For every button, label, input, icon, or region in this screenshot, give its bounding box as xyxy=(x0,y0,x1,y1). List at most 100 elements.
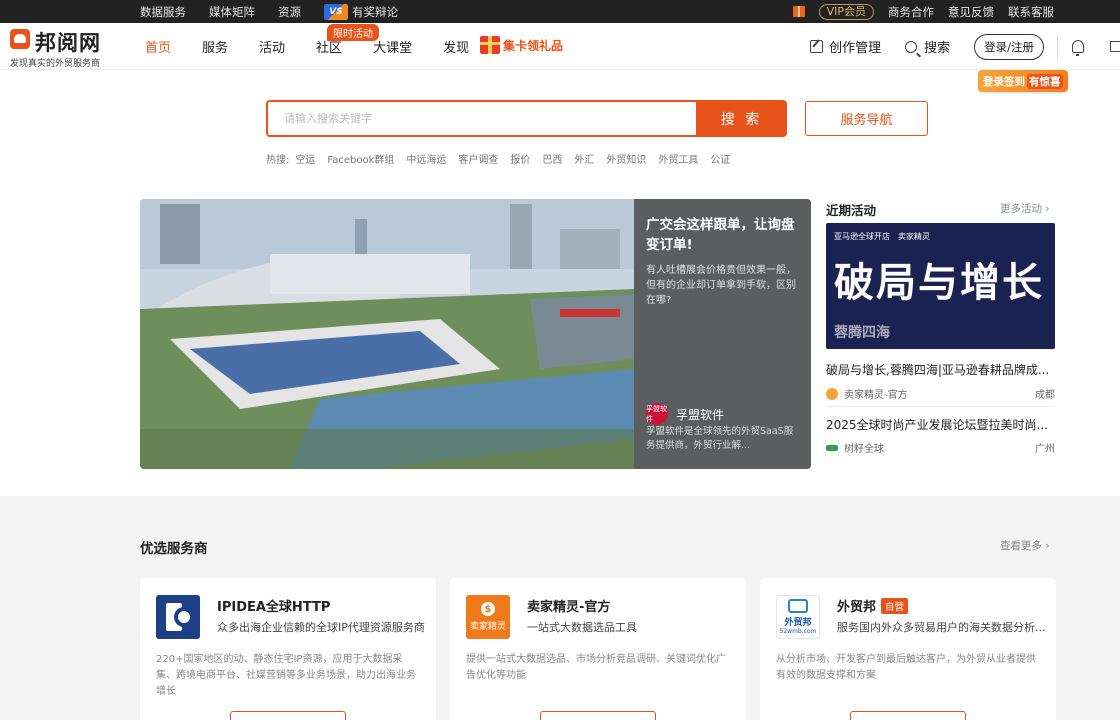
banner-brand[interactable]: 孚盟软件 孚盟软件 xyxy=(646,403,724,425)
topbar-debate-link[interactable]: VS 有奖辩论 xyxy=(324,3,398,20)
provider-name[interactable]: 卖家精灵-官方 xyxy=(527,596,610,615)
event-meta: 树籽全球 广州 xyxy=(826,440,1055,455)
search-input[interactable] xyxy=(268,102,696,135)
topbar-link-feedback[interactable]: 意见反馈 xyxy=(948,4,994,20)
provider-tagline: 一站式大数据选品工具 xyxy=(527,621,637,634)
ipidea-logo xyxy=(156,595,200,639)
provider-name[interactable]: IPIDEA全球HTTP xyxy=(217,596,330,615)
topbar-link-business[interactable]: 商务合作 xyxy=(888,4,934,20)
event-meta: 卖家精灵-官方 成都 xyxy=(826,386,1055,401)
hot-term[interactable]: 外贸工具 xyxy=(658,151,698,166)
event-organizer[interactable]: 树籽全球 xyxy=(844,440,884,455)
top-bar: 数据服务 媒体矩阵 资源 VS 有奖辩论 VIP会员 商务合作 意见反馈 联系客… xyxy=(0,0,1120,23)
sellersprite-logo: $ 卖家精灵 xyxy=(466,595,510,639)
event-title[interactable]: 破局与增长,蓉腾四海|亚马逊春耕品牌成... xyxy=(826,361,1055,378)
banner-title[interactable]: 广交会这样跟单，让询盘变订单! xyxy=(646,215,799,255)
hot-term[interactable]: 报价 xyxy=(510,151,530,166)
search-button[interactable]: 搜 索 xyxy=(696,100,787,137)
limited-event-badge: 限时活动 xyxy=(327,24,379,41)
hot-term[interactable]: 公证 xyxy=(710,151,730,166)
nav-classroom[interactable]: 大课堂 xyxy=(373,37,412,56)
event-image-tag: 卖家精灵 xyxy=(898,232,930,241)
vip-member-button[interactable]: VIP会员 xyxy=(818,3,874,20)
logo-text: 邦阅网 xyxy=(35,31,101,55)
banner-photo xyxy=(140,199,634,469)
vs-logo-icon: VS xyxy=(324,3,348,20)
event-city: 广州 xyxy=(1035,444,1055,455)
login-register-button[interactable]: 登录/注册 xyxy=(974,33,1044,60)
recent-events-title: 近期活动 xyxy=(826,203,877,218)
main-nav: 首页 服务 活动 社区 大课堂 发现 xyxy=(145,23,500,70)
hot-term[interactable]: Facebook群组 xyxy=(327,151,394,166)
sellersprite-mark-icon: $ xyxy=(481,602,495,616)
provider-action-button[interactable] xyxy=(230,711,346,720)
service-nav-button[interactable]: 服务导航 xyxy=(805,101,928,136)
logo-mark-icon xyxy=(10,29,30,49)
event-title[interactable]: 2025全球时尚产业发展论坛暨拉美时尚... xyxy=(826,416,1055,433)
debate-label: 有奖辩论 xyxy=(352,4,398,19)
header-divider xyxy=(1057,35,1058,58)
brand-description: 孚盟软件是全球领先的外贸SaaS服务提供商，外贸行业解... xyxy=(646,426,794,451)
provider-card[interactable]: $ 卖家精灵 卖家精灵-官方 一站式大数据选品工具 提供一站式大数据选品、市场分… xyxy=(450,578,746,720)
hot-term[interactable]: 巴西 xyxy=(542,151,562,166)
topbar-link-media[interactable]: 媒体矩阵 xyxy=(209,4,255,20)
waimaobang-logo-url: 52wmb.com xyxy=(779,628,817,635)
search-icon xyxy=(905,40,918,53)
gift-icon[interactable] xyxy=(792,6,805,17)
hero-banner[interactable]: 广交会这样跟单，让询盘变订单! 有人吐槽展会价格贵但效果一般，但有的企业却订单拿… xyxy=(140,199,811,469)
chat-bubble-icon xyxy=(788,599,808,613)
more-providers-link[interactable]: 查看更多 › xyxy=(1000,538,1050,553)
event-image[interactable]: 亚马逊全球开店 卖家精灵 破局与增长 蓉腾四海 xyxy=(826,223,1055,349)
provider-card[interactable]: 外贸邦 52wmb.com 外贸邦 自营 服务国内外众多贸易用户的海关数据分析.… xyxy=(760,578,1056,720)
site-logo[interactable]: 邦阅网 发现真实的外贸服务商 xyxy=(10,27,130,69)
event-organizer[interactable]: 卖家精灵-官方 xyxy=(844,386,908,401)
nav-events[interactable]: 活动 xyxy=(259,37,285,56)
providers-title: 优选服务商 xyxy=(140,541,208,557)
banner-description: 有人吐槽展会价格贵但效果一般，但有的企业却订单拿到手软，区别在哪? xyxy=(646,265,796,306)
nav-home[interactable]: 首页 xyxy=(145,37,171,56)
event-divider xyxy=(826,406,1055,407)
sellersprite-logo-text: 卖家精灵 xyxy=(469,622,506,632)
main-header: 邦阅网 发现真实的外贸服务商 首页 服务 活动 社区 大课堂 发现 限时活动 集… xyxy=(0,23,1120,70)
signin-highlight: 有惊喜 xyxy=(1027,73,1063,89)
provider-tagline: 服务国内外众多贸易用户的海关数据分析... xyxy=(837,621,1046,634)
banner-info-panel: 广交会这样跟单，让询盘变订单! 有人吐槽展会价格贵但效果一般，但有的企业却订单拿… xyxy=(634,199,811,469)
more-events-label: 更多活动 xyxy=(1000,203,1042,215)
waimaobang-logo-text: 外贸邦 xyxy=(784,618,812,628)
more-events-link[interactable]: 更多活动 › xyxy=(1000,201,1050,216)
event-image-tag: 亚马逊全球开店 xyxy=(834,232,890,241)
header-search-link[interactable]: 搜索 xyxy=(905,37,950,56)
mail-icon[interactable] xyxy=(1110,41,1120,52)
event-city: 成都 xyxy=(1035,390,1055,401)
card-gift-link[interactable]: 集卡领礼品 xyxy=(480,36,563,54)
hot-search-label: 热搜: xyxy=(266,155,290,166)
provider-tagline: 众多出海企业信赖的全球IP代理资源服务商 xyxy=(217,621,425,634)
create-manage-label: 创作管理 xyxy=(829,41,882,56)
waimaobang-logo: 外贸邦 52wmb.com xyxy=(776,595,820,639)
hot-term[interactable]: 外贸知识 xyxy=(606,151,646,166)
provider-action-button[interactable] xyxy=(850,711,966,720)
nav-services[interactable]: 服务 xyxy=(202,37,228,56)
organizer-logo-icon xyxy=(826,387,838,400)
provider-action-button[interactable] xyxy=(540,711,656,720)
topbar-link-resources[interactable]: 资源 xyxy=(278,4,301,20)
topbar-link-data[interactable]: 数据服务 xyxy=(140,4,186,20)
hot-term[interactable]: 空运 xyxy=(295,151,315,166)
search-box xyxy=(266,100,696,137)
edit-icon xyxy=(810,40,824,53)
create-manage-link[interactable]: 创作管理 xyxy=(810,37,881,56)
bell-icon[interactable] xyxy=(1072,40,1084,56)
provider-card[interactable]: IPIDEA全球HTTP 众多出海企业信赖的全球IP代理资源服务商 220+国家… xyxy=(140,578,436,720)
signin-surprise-badge[interactable]: 登录签到 有惊喜 xyxy=(978,70,1068,92)
signin-label: 登录签到 xyxy=(983,75,1025,88)
more-providers-label: 查看更多 xyxy=(1000,540,1042,552)
hot-term[interactable]: 客户调查 xyxy=(458,151,498,166)
topbar-link-support[interactable]: 联系客服 xyxy=(1008,4,1054,20)
self-operated-tag: 自营 xyxy=(881,597,909,614)
hot-term[interactable]: 外汇 xyxy=(574,151,594,166)
hot-term[interactable]: 中远海运 xyxy=(406,151,446,166)
brand-logo: 孚盟软件 xyxy=(646,403,668,425)
provider-name[interactable]: 外贸邦 自营 xyxy=(837,596,909,615)
provider-name-text: 外贸邦 xyxy=(837,600,877,615)
nav-discover[interactable]: 发现 xyxy=(443,37,469,56)
